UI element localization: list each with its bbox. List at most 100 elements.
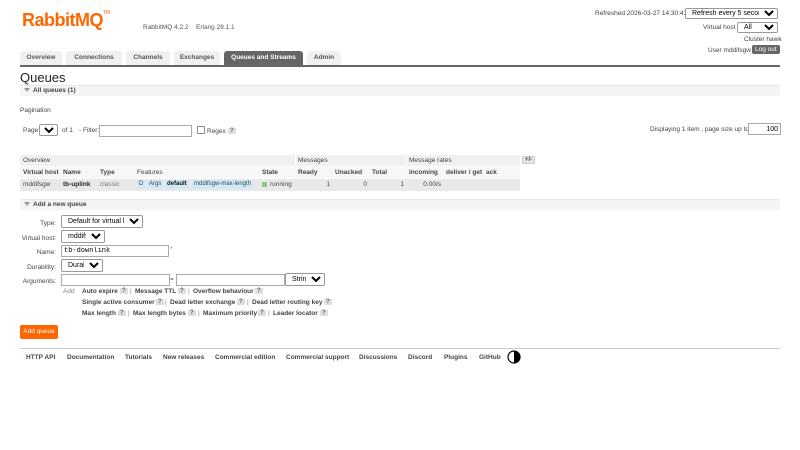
tab-overview[interactable]: Overview	[20, 51, 62, 65]
row-total: 1	[400, 181, 404, 188]
pagination-label[interactable]: Pagination	[20, 107, 51, 114]
tab-queues-and-streams[interactable]: Queues and Streams	[224, 51, 303, 65]
group-messages: Messages	[298, 157, 328, 164]
columns-toggle-button[interactable]: +/-	[522, 156, 536, 164]
separator: |	[198, 310, 200, 317]
arg-dead-letter-exchange-link[interactable]: Dead letter exchange	[170, 299, 235, 306]
add-argument-label: Add	[63, 288, 75, 295]
col-type[interactable]: Type	[100, 169, 115, 176]
maximum-priority-help-icon[interactable]: ?	[258, 310, 266, 316]
queue-vhost-label: Virtual host:	[21, 235, 56, 242]
logo-text: RabbitMQ	[22, 10, 104, 30]
theme-toggle-icon[interactable]	[507, 350, 521, 364]
col-total[interactable]: Total	[372, 169, 387, 176]
argument-key-input[interactable]	[61, 274, 170, 286]
row-unacked: 0	[363, 181, 367, 188]
filter-input[interactable]	[99, 125, 192, 137]
state-indicator-icon	[262, 182, 267, 187]
arg-overflow-behaviour-link[interactable]: Overflow behaviour	[193, 288, 254, 295]
cluster-name: Cluster hawk	[744, 36, 782, 43]
queue-type-select[interactable]: Default for virtual host	[61, 215, 143, 228]
collapse-triangle-icon	[24, 202, 30, 206]
col-state[interactable]: State	[262, 169, 278, 176]
footer-plugins[interactable]: Plugins	[444, 354, 467, 361]
collapse-triangle-icon	[24, 88, 30, 92]
argument-type-select[interactable]: String	[285, 273, 325, 286]
page-title: Queues	[20, 70, 66, 85]
logo-tm: TM	[103, 10, 111, 16]
col-name[interactable]: Name	[63, 169, 81, 176]
footer-documentation[interactable]: Documentation	[67, 354, 114, 361]
arg-single-active-consumer-link[interactable]: Single active consumer	[82, 299, 155, 306]
vhost-label: Virtual host	[703, 24, 736, 31]
dead-letter-exchange-help-icon[interactable]: ?	[237, 299, 245, 305]
arg-max-length-bytes-link[interactable]: Max length bytes	[133, 310, 186, 317]
message-ttl-help-icon[interactable]: ?	[178, 288, 186, 294]
overflow-behaviour-help-icon[interactable]: ?	[255, 288, 263, 294]
tab-exchanges[interactable]: Exchanges	[174, 51, 220, 65]
durability-select[interactable]: Durable	[61, 259, 103, 272]
add-queue-button[interactable]: Add queue	[20, 325, 58, 339]
col-virtual-host[interactable]: Virtual host	[23, 169, 59, 176]
argument-equals: =	[170, 276, 174, 283]
auto-expire-help-icon[interactable]: ?	[120, 288, 128, 294]
page-size-input[interactable]	[748, 123, 781, 135]
separator: |	[268, 310, 270, 317]
arg-maximum-priority-link[interactable]: Maximum priority	[203, 310, 257, 317]
col-ready[interactable]: Ready	[298, 169, 318, 176]
leader-locator-help-icon[interactable]: ?	[320, 310, 328, 316]
separator: |	[128, 310, 130, 317]
col-deliver-get[interactable]: deliver / get	[446, 169, 482, 176]
max-length-bytes-help-icon[interactable]: ?	[188, 310, 196, 316]
all-queues-label: All queues (1)	[33, 87, 76, 94]
regex-checkbox[interactable]	[197, 126, 205, 134]
footer-commercial-edition[interactable]: Commercial edition	[215, 354, 275, 361]
footer-tutorials[interactable]: Tutorials	[125, 354, 152, 361]
tab-admin[interactable]: Admin	[307, 51, 341, 65]
col-ack[interactable]: ack	[486, 169, 497, 176]
arg-max-length-link[interactable]: Max length	[82, 310, 116, 317]
feature-durable-tag: D	[137, 180, 146, 189]
durability-label: Durability:	[27, 264, 56, 271]
footer-http-api[interactable]: HTTP API	[26, 354, 55, 361]
refresh-interval-select[interactable]: Refresh every 5 seconds	[685, 8, 778, 19]
group-divider	[406, 155, 407, 166]
logout-button[interactable]: Log out	[752, 45, 780, 54]
col-unacked[interactable]: Unacked	[335, 169, 362, 176]
separator: |	[247, 299, 249, 306]
max-length-help-icon[interactable]: ?	[118, 310, 126, 316]
regex-help-icon[interactable]: ?	[228, 128, 236, 134]
logo[interactable]: RabbitMQTM	[22, 10, 110, 31]
argument-value-input[interactable]	[176, 274, 285, 286]
col-features: Features	[137, 169, 163, 176]
row-incoming: 0.00/s	[423, 181, 441, 188]
page-select[interactable]: 1	[39, 124, 58, 136]
dead-letter-routing-key-help-icon[interactable]: ?	[324, 299, 332, 305]
arg-message-ttl-link[interactable]: Message TTL	[135, 288, 176, 295]
footer-commercial-support[interactable]: Commercial support	[286, 354, 349, 361]
displaying-text: Displaying 1 item , page size up to:	[650, 126, 751, 133]
group-divider	[295, 155, 296, 166]
queue-vhost-select[interactable]: mddifsgw	[61, 230, 105, 243]
add-queue-toggle[interactable]: Add a new queue	[20, 199, 780, 210]
arg-leader-locator-link[interactable]: Leader locator	[273, 310, 318, 317]
single-active-consumer-help-icon[interactable]: ?	[156, 299, 164, 305]
row-queue-name-link[interactable]: tb-uplink	[63, 181, 90, 188]
arguments-label: Arguments:	[22, 278, 56, 285]
footer-discord[interactable]: Discord	[408, 354, 432, 361]
queue-name-input[interactable]	[61, 245, 169, 257]
current-user: User mddifsgw	[708, 47, 751, 54]
arg-auto-expire-link[interactable]: Auto expire	[82, 288, 118, 295]
nav-underline	[20, 65, 780, 67]
feature-policy-tag[interactable]: mddifsgw-max-length	[192, 180, 254, 189]
feature-default-tag: default	[165, 180, 189, 189]
footer-new-releases[interactable]: New releases	[163, 354, 204, 361]
tab-connections[interactable]: Connections	[66, 51, 122, 65]
footer-discussions[interactable]: Discussions	[359, 354, 397, 361]
all-queues-toggle[interactable]: All queues (1)	[20, 85, 780, 96]
arg-dead-letter-routing-key-link[interactable]: Dead letter routing key	[252, 299, 322, 306]
tab-channels[interactable]: Channels	[126, 51, 170, 65]
footer-github[interactable]: GitHub	[479, 354, 501, 361]
col-incoming[interactable]: incoming	[409, 169, 438, 176]
vhost-select[interactable]: All	[737, 22, 778, 33]
